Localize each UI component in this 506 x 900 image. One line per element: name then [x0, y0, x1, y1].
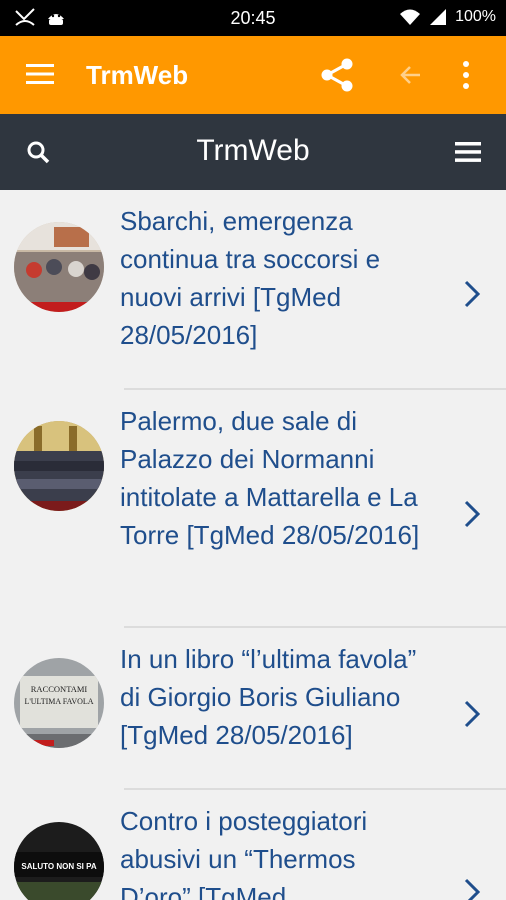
- news-list: Sbarchi, emergenza continua tra soccorsi…: [0, 190, 506, 900]
- app-title: TrmWeb: [86, 60, 189, 90]
- news-thumbnail: [14, 421, 104, 511]
- news-thumbnail: [14, 222, 104, 312]
- news-title[interactable]: Sbarchi, emergenza continua tra soccorsi…: [120, 202, 430, 354]
- site-header: TrmWeb: [0, 114, 506, 190]
- chevron-right-icon[interactable]: [462, 278, 482, 310]
- chevron-right-icon[interactable]: [462, 876, 482, 900]
- app-bar: TrmWeb: [0, 36, 506, 114]
- news-thumbnail: SALUTO NON SI PA: [14, 822, 104, 900]
- share-icon[interactable]: [318, 56, 356, 94]
- news-item[interactable]: Palermo, due sale di Palazzo dei Normann…: [0, 390, 506, 628]
- signal-icon: [430, 9, 447, 25]
- chevron-right-icon[interactable]: [462, 698, 482, 730]
- site-title: TrmWeb: [196, 134, 310, 167]
- chevron-right-icon[interactable]: [462, 498, 482, 530]
- news-item[interactable]: SALUTO NON SI PA Contro i posteggiatori …: [0, 790, 506, 900]
- news-title[interactable]: Palermo, due sale di Palazzo dei Normann…: [120, 402, 430, 554]
- news-title[interactable]: Contro i posteggiatori abusivi un “Therm…: [120, 802, 430, 900]
- svg-text:L'ULTIMA FAVOLA: L'ULTIMA FAVOLA: [24, 697, 93, 706]
- wifi-icon: [400, 9, 421, 25]
- news-item[interactable]: RACCONTAMI L'ULTIMA FAVOLA In un libro “…: [0, 628, 506, 790]
- battery-level: 100%: [455, 8, 496, 25]
- svg-text:RACCONTAMI: RACCONTAMI: [31, 684, 88, 694]
- hamburger-menu-icon[interactable]: [26, 62, 54, 86]
- news-thumbnail: RACCONTAMI L'ULTIMA FAVOLA: [14, 658, 104, 748]
- status-icons-right: 100%: [399, 8, 496, 26]
- list-menu-icon[interactable]: [455, 141, 481, 163]
- news-item[interactable]: Sbarchi, emergenza continua tra soccorsi…: [0, 190, 506, 390]
- more-options-icon[interactable]: [458, 60, 474, 90]
- status-bar: 20:45 100%: [0, 0, 506, 36]
- news-title[interactable]: In un libro “l’ultima favola” di Giorgio…: [120, 640, 430, 754]
- svg-text:SALUTO NON SI PA: SALUTO NON SI PA: [21, 862, 96, 871]
- back-arrow-icon[interactable]: [398, 62, 424, 88]
